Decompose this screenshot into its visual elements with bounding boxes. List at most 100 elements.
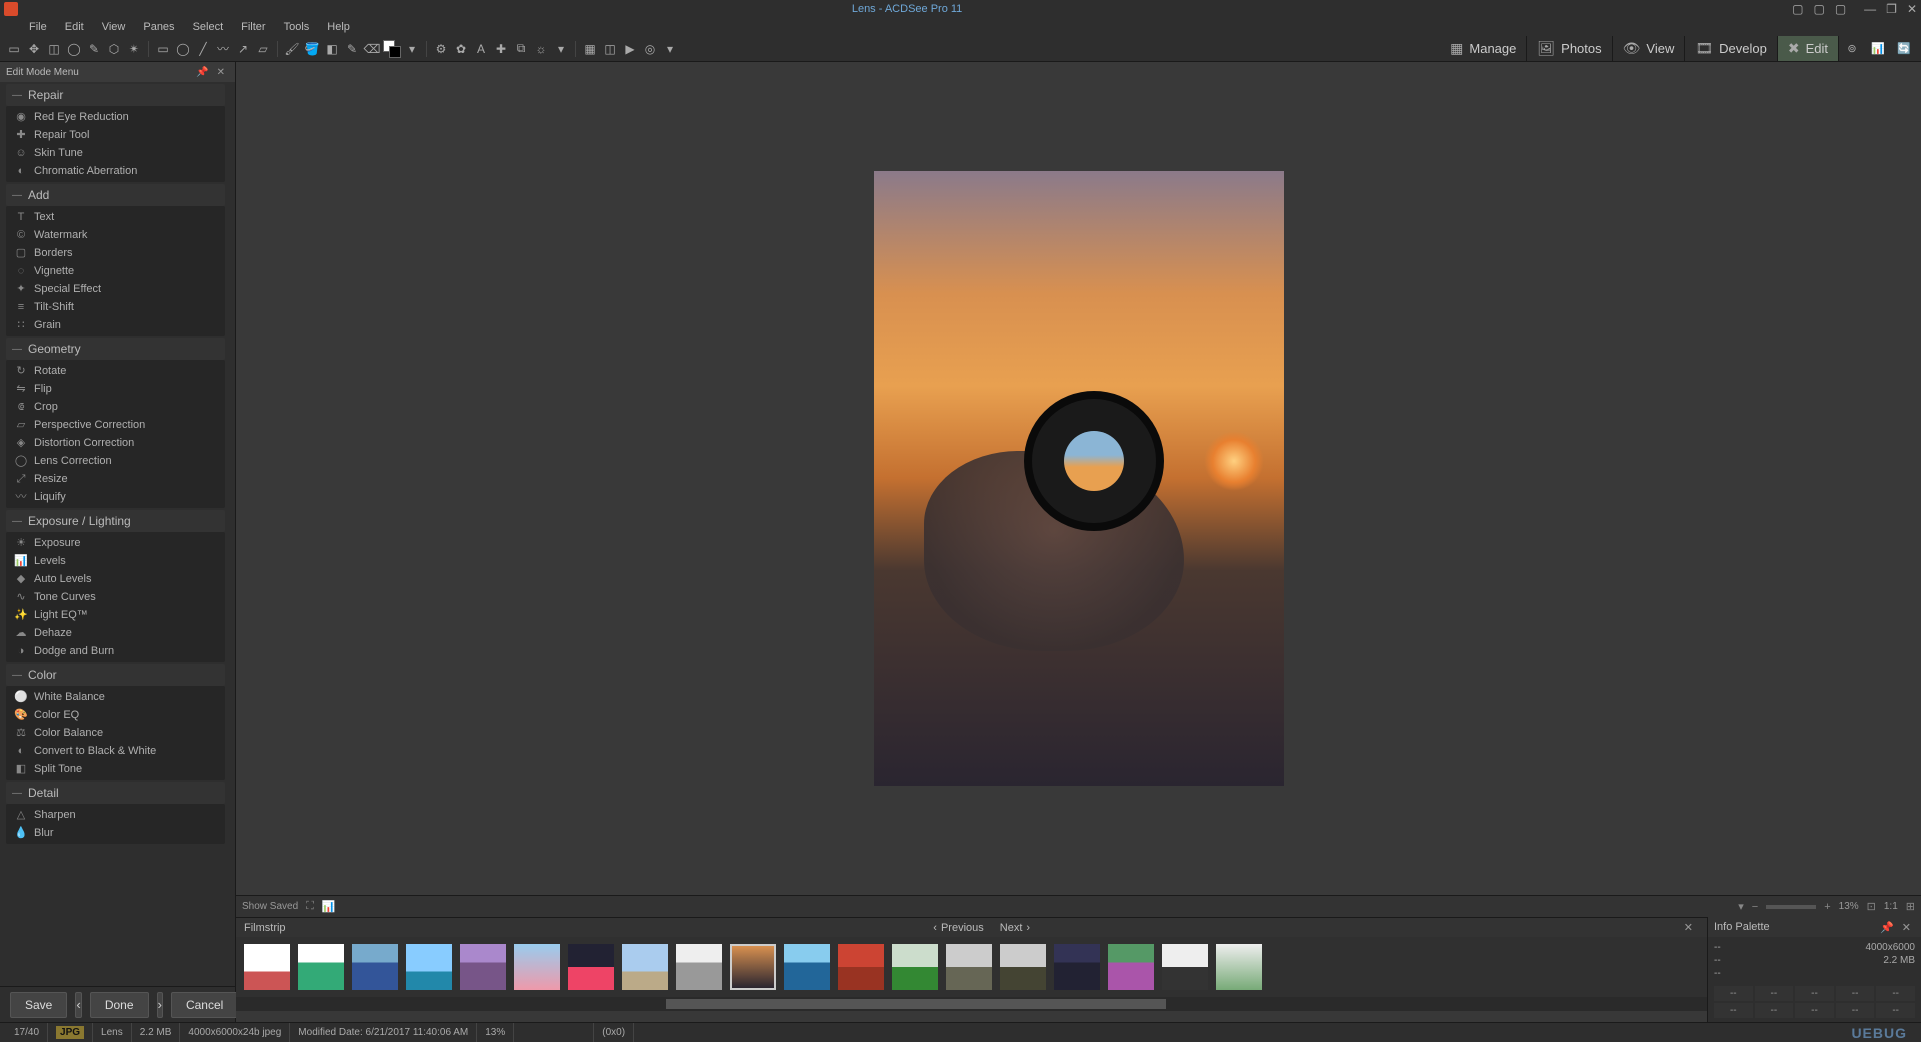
tool-watermark[interactable]: ©Watermark [6,226,225,244]
lasso-tool-icon[interactable]: ✎ [85,40,103,58]
zoom-out-icon[interactable]: − [1752,901,1758,913]
healing-tool-icon[interactable]: ✚ [492,40,510,58]
tool-tilt-shift[interactable]: ≡Tilt-Shift [6,298,225,316]
fill-tool-icon[interactable]: 🪣 [303,40,321,58]
ellipse-shape-icon[interactable]: ◯ [174,40,192,58]
mode-view[interactable]: 👁View [1613,36,1686,61]
histogram-icon[interactable]: 📊 [322,900,336,913]
section-header-exposure-lighting[interactable]: —Exposure / Lighting [6,510,225,532]
section-header-repair[interactable]: —Repair [6,84,225,106]
selection-tool-icon[interactable]: ▭ [5,40,23,58]
eraser-tool-icon[interactable]: ⌫ [363,40,381,58]
tool-crop[interactable]: ⟃Crop [6,398,225,416]
tool-sharpen[interactable]: △Sharpen [6,806,225,824]
tool-tone-curves[interactable]: ∿Tone Curves [6,588,225,606]
tool-borders[interactable]: ▢Borders [6,244,225,262]
tool-distortion-correction[interactable]: ◈Distortion Correction [6,434,225,452]
tool-special-effect[interactable]: ✦Special Effect [6,280,225,298]
menu-panes[interactable]: Panes [134,21,183,33]
thumb-9[interactable] [676,944,722,990]
thumb-17[interactable] [1108,944,1154,990]
menu-edit[interactable]: Edit [56,21,93,33]
tool-blur[interactable]: 💧Blur [6,824,225,842]
prev-button[interactable]: ‹Previous [925,922,991,934]
brush-tool-icon[interactable]: 🖌 [283,40,301,58]
tool-dodge-and-burn[interactable]: ◑Dodge and Burn [6,642,225,660]
polygon-shape-icon[interactable]: ▱ [254,40,272,58]
tool-convert-to-black-white[interactable]: ◐Convert to Black & White [6,742,225,760]
thumb-1[interactable] [244,944,290,990]
thumb-7[interactable] [568,944,614,990]
filmstrip-scrollbar[interactable] [236,997,1707,1011]
tool-light-eq-[interactable]: ✨Light EQ™ [6,606,225,624]
eyedropper-tool-icon[interactable]: ✎ [343,40,361,58]
tool-split-tone[interactable]: ◧Split Tone [6,760,225,778]
workspace-2-icon[interactable]: ▢ [1813,2,1824,16]
tool-white-balance[interactable]: ⚪White Balance [6,688,225,706]
menu-filter[interactable]: Filter [232,21,274,33]
ellipse-tool-icon[interactable]: ◯ [65,40,83,58]
thumb-16[interactable] [1054,944,1100,990]
navigator-icon[interactable]: ⊞ [1906,900,1915,913]
tool-perspective-correction[interactable]: ▱Perspective Correction [6,416,225,434]
info-pin-icon[interactable]: 📌 [1876,921,1898,934]
thumb-14[interactable] [946,944,992,990]
thumb-12[interactable] [838,944,884,990]
marquee-tool-icon[interactable]: ◫ [45,40,63,58]
tool-repair-tool[interactable]: ✚Repair Tool [6,126,225,144]
thumb-4[interactable] [406,944,452,990]
tool-lens-correction[interactable]: ◯Lens Correction [6,452,225,470]
color-swatch[interactable] [383,40,401,58]
filmstrip[interactable] [236,937,1707,997]
thumb-6[interactable] [514,944,560,990]
section-header-geometry[interactable]: —Geometry [6,338,225,360]
tool-grain[interactable]: ∷Grain [6,316,225,334]
gear-icon[interactable]: ⚙ [432,40,450,58]
tool-dehaze[interactable]: ☁Dehaze [6,624,225,642]
section-header-detail[interactable]: —Detail [6,782,225,804]
tool-chromatic-aberration[interactable]: ◐Chromatic Aberration [6,162,225,180]
tool-skin-tune[interactable]: ☺Skin Tune [6,144,225,162]
prev-image-button[interactable]: ‹ [75,992,81,1018]
workspace-1-icon[interactable]: ▢ [1792,2,1803,16]
menu-select[interactable]: Select [184,21,233,33]
thumb-10-active[interactable] [730,944,776,990]
mode-manage[interactable]: ▦Manage [1440,36,1527,61]
thumb-19[interactable] [1216,944,1262,990]
close-filmstrip-icon[interactable]: ✕ [1678,921,1699,934]
cancel-button[interactable]: Cancel [171,992,238,1018]
poly-lasso-tool-icon[interactable]: ⬡ [105,40,123,58]
info-close-icon[interactable]: ✕ [1898,921,1915,934]
mode365-button[interactable]: ⊚ [1839,36,1865,62]
fit-icon[interactable]: ⊡ [1867,900,1876,913]
curve-shape-icon[interactable]: 〰 [214,40,232,58]
close-window-icon[interactable]: ✕ [1907,2,1917,16]
rect-shape-icon[interactable]: ▭ [154,40,172,58]
grid-icon[interactable]: ▦ [581,40,599,58]
settings-icon[interactable]: ✿ [452,40,470,58]
effect-tool-icon[interactable]: ☼ [532,40,550,58]
save-button[interactable]: Save [10,992,67,1018]
show-saved-label[interactable]: Show Saved [242,901,298,912]
tool-auto-levels[interactable]: ◆Auto Levels [6,570,225,588]
next-image-button[interactable]: › [157,992,163,1018]
mode-edit[interactable]: ✖Edit [1778,36,1839,61]
thumb-3[interactable] [352,944,398,990]
arrow-shape-icon[interactable]: ↗ [234,40,252,58]
canvas[interactable] [236,62,1921,895]
tool-red-eye-reduction[interactable]: ◉Red Eye Reduction [6,108,225,126]
tool-color-eq[interactable]: 🎨Color EQ [6,706,225,724]
line-shape-icon[interactable]: ╱ [194,40,212,58]
fullscreen-icon[interactable]: ⛶ [306,900,314,913]
maximize-icon[interactable]: ❐ [1886,2,1897,16]
thumb-8[interactable] [622,944,668,990]
minimize-icon[interactable]: — [1864,2,1876,16]
histogram-button[interactable]: 📊 [1865,36,1891,62]
tool-levels[interactable]: 📊Levels [6,552,225,570]
play-icon[interactable]: ▶ [621,40,639,58]
thumb-13[interactable] [892,944,938,990]
tool-vignette[interactable]: ◌Vignette [6,262,225,280]
menu-help[interactable]: Help [318,21,359,33]
one-to-one[interactable]: 1:1 [1884,901,1898,912]
section-header-color[interactable]: —Color [6,664,225,686]
